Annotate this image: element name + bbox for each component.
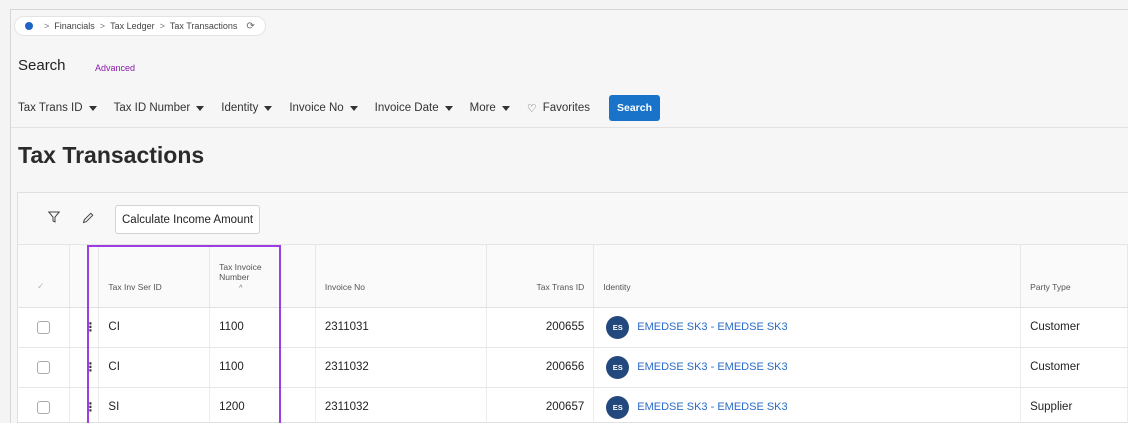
search-title: Search [18,57,66,74]
more-vertical-icon[interactable]: ⋮ [84,360,96,374]
caret-down-icon [88,105,97,111]
select-all-header[interactable]: ✓ [18,245,71,308]
row-checkbox[interactable] [37,320,50,334]
cell-tax-inv-ser-id: CI [98,307,211,348]
filter-label: Invoice No [289,102,344,114]
identity-link[interactable]: EMEDSE SK3 - EMEDSE SK3 [637,321,787,333]
filter-label: Identity [221,102,259,114]
cell-identity: ES EMEDSE SK3 - EMEDSE SK3 [593,307,1022,348]
breadcrumb-separator: > [44,21,50,31]
filter-tax-id-number[interactable]: Tax ID Number [114,102,205,114]
cell-tax-trans-id: 200655 [486,307,595,348]
cell-invoice-no: 2311032 [315,347,488,388]
advanced-search-link[interactable]: Advanced [95,63,135,73]
identity-link[interactable]: EMEDSE SK3 - EMEDSE SK3 [637,401,787,413]
filter-label: Invoice Date [374,102,439,114]
cell-tax-invoice-number: 1100 [209,307,316,348]
favorites-label: Favorites [542,102,590,114]
avatar: ES [606,355,630,379]
refresh-icon[interactable]: ⟳ [246,21,254,32]
favorites-button[interactable]: ♡ Favorites [527,102,590,115]
breadcrumb-separator: > [159,21,165,31]
filter-invoice-no[interactable]: Invoice No [289,102,358,114]
search-filter-bar: Tax Trans ID Tax ID Number Identity Invo… [18,95,661,121]
check-icon: ✓ [37,280,45,291]
row-checkbox[interactable] [37,400,50,414]
home-icon[interactable] [25,22,33,30]
cell-party-type: Customer [1020,307,1128,348]
caret-down-icon [349,105,358,111]
row-menu-cell: ⋮ [69,307,100,348]
caret-down-icon [501,105,510,111]
table-toolbar: Calculate Income Amount [18,193,1128,245]
divider [11,127,1128,128]
calculate-income-amount-button[interactable]: Calculate Income Amount [115,205,261,234]
cell-tax-invoice-number: 1100 [209,347,316,388]
cell-invoice-no: 2311032 [315,387,488,423]
caret-down-icon [264,105,273,111]
header-tax-inv-ser-id[interactable]: Tax Inv Ser ID [98,245,211,308]
filter-label: Tax Trans ID [18,102,83,114]
filter-more[interactable]: More [470,102,510,114]
header-tax-invoice-number[interactable]: Tax Invoice Number ^ [209,245,316,308]
avatar: ES [606,395,630,419]
breadcrumb-item-tax-ledger[interactable]: Tax Ledger [110,21,155,31]
table-header-row: ✓ Tax Inv Ser ID Tax Invoice Number ^ In… [18,245,1128,308]
filter-label: More [469,102,496,114]
app-frame: > Financials > Tax Ledger > Tax Transact… [10,9,1128,423]
tax-transactions-table: ✓ Tax Inv Ser ID Tax Invoice Number ^ In… [18,245,1128,423]
cell-identity: ES EMEDSE SK3 - EMEDSE SK3 [593,347,1022,388]
row-select-cell [18,347,71,388]
breadcrumb: > Financials > Tax Ledger > Tax Transact… [14,16,266,36]
page-title: Tax Transactions [18,142,205,168]
cell-invoice-no: 2311031 [315,307,488,348]
header-party-type[interactable]: Party Type [1020,245,1128,308]
search-button[interactable]: Search [608,95,661,121]
breadcrumb-item-tax-transactions[interactable]: Tax Transactions [170,21,238,31]
table-panel: Calculate Income Amount ✓ Tax Inv Ser ID… [17,192,1128,423]
sort-ascending-icon[interactable]: ^ [239,285,315,292]
breadcrumb-item-financials[interactable]: Financials [54,21,95,31]
more-vertical-icon[interactable]: ⋮ [84,320,96,334]
avatar: ES [606,315,630,339]
cell-party-type: Supplier [1020,387,1128,423]
cell-tax-inv-ser-id: SI [98,387,211,423]
cell-party-type: Customer [1020,347,1128,388]
header-identity[interactable]: Identity [593,245,1022,308]
filter-identity[interactable]: Identity [221,102,273,114]
filter-invoice-date[interactable]: Invoice Date [375,102,453,114]
breadcrumb-separator: > [99,21,106,31]
row-select-cell [18,307,71,348]
header-tax-trans-id[interactable]: Tax Trans ID [486,245,595,308]
caret-down-icon [444,105,453,111]
cell-tax-inv-ser-id: CI [98,347,211,388]
identity-link[interactable]: EMEDSE SK3 - EMEDSE SK3 [637,361,787,373]
filter-tax-trans-id[interactable]: Tax Trans ID [18,102,97,114]
row-select-cell [18,387,71,423]
row-menu-header [69,245,100,308]
table-row[interactable]: ⋮ CI 1100 2311031 200655 ES EMEDSE SK3 - … [18,307,1128,348]
table-row[interactable]: ⋮ SI 1200 2311032 200657 ES EMEDSE SK3 - … [18,387,1128,423]
cell-identity: ES EMEDSE SK3 - EMEDSE SK3 [593,387,1022,423]
cell-tax-trans-id: 200657 [486,387,595,423]
filter-label: Tax ID Number [113,102,191,114]
cell-tax-invoice-number: 1200 [209,387,316,423]
filter-icon[interactable] [48,211,60,223]
pencil-icon[interactable] [82,212,94,224]
row-menu-cell: ⋮ [69,387,100,423]
more-vertical-icon[interactable]: ⋮ [84,400,96,414]
header-invoice-no[interactable]: Invoice No [315,245,488,308]
row-checkbox[interactable] [37,360,50,374]
heart-icon: ♡ [526,102,537,115]
header-label-line1: Tax Invoice [219,261,262,272]
header-label-line2: Number [219,271,250,282]
table-row[interactable]: ⋮ CI 1100 2311032 200656 ES EMEDSE SK3 - … [18,347,1128,388]
caret-down-icon [196,105,205,111]
row-menu-cell: ⋮ [69,347,100,388]
cell-tax-trans-id: 200656 [486,347,595,388]
